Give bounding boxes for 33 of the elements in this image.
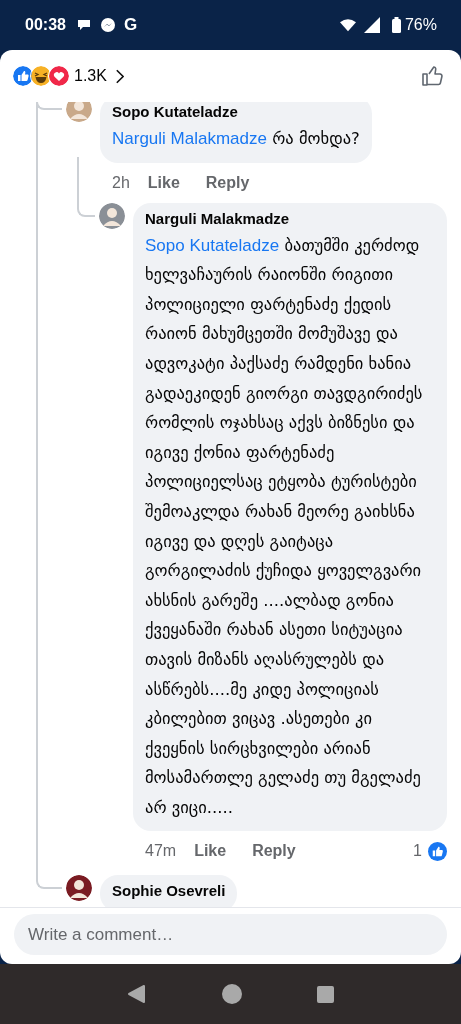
reaction-count[interactable]: 1.3K — [70, 67, 115, 85]
heart-reaction-icon — [48, 65, 70, 87]
mention-link[interactable]: Sopo Kutateladze — [145, 235, 280, 255]
notification-letter: G — [123, 15, 138, 35]
chevron-right-icon[interactable] — [114, 68, 124, 84]
thread-line — [77, 156, 95, 217]
like-reaction-icon — [428, 841, 447, 861]
signal-icon — [363, 17, 380, 33]
author-name[interactable]: Sopo Kutateladze — [112, 103, 360, 120]
clock: 00:38 — [25, 16, 66, 34]
recent-apps-icon[interactable] — [316, 985, 334, 1003]
comment-text: Sopo Kutateladze ბათუმში კერძოდ ხელვაჩაურის რაიონში რიგითი პოლიციელი ფარტენაძე ქედის რაიონ მახუმცეთში მომუშავე და ადვოკატი პაქსაძე რამდენი ხანია გადაეკიდენ გიორგი თავდგირიძეს რომლის ოჯახსაც აქვს ბიზნესი და იგივე ქონია ფარტენაძე პოლიციელსაც ეტყობა ტურისტები შემოაკლდა რახან მეორე გაიხსნა იგივე და დღეს გაიტაცა გორგილაძის ქუჩიდა ყოველგვარი ახსნის გარეშე ....ალბად გონია ქვეყანაში რახან ასეთი სიტუაცია თავის მიზანს აღასრულებს და ასწრებს....მე კიდე პოლიციას კბილებით ვიცავ .ასეთები კი ქვეყნის სირცხვილები არიან მოსამართლე გელაძე თუ მგელაძე არ ვიცი..... — [145, 234, 424, 819]
wifi-icon — [339, 17, 356, 33]
like-count: 1 — [413, 842, 422, 861]
comment-action-link[interactable]: Reply — [205, 173, 250, 192]
author-name[interactable]: Narguli Malakmadze — [145, 209, 435, 227]
mention-link[interactable]: Narguli Malakmadze — [112, 129, 267, 148]
battery-percentage: 76% — [404, 16, 437, 34]
chat-bubble-icon — [75, 17, 92, 33]
home-icon[interactable] — [222, 984, 242, 1004]
avatar[interactable] — [66, 875, 92, 902]
comment-time: 2h — [112, 173, 130, 192]
back-icon[interactable] — [127, 984, 148, 1004]
messenger-icon — [99, 17, 116, 33]
comment-action-link[interactable]: Reply — [252, 842, 296, 861]
comment-input-field[interactable]: Write a comment… — [14, 914, 447, 955]
author-name[interactable]: Sophie Osevreli — [112, 882, 226, 900]
comment-action-link[interactable]: Like — [147, 173, 180, 192]
comment-time: 47m — [145, 842, 177, 861]
comment-text: Narguli Malakmadze რა მოხდა? — [112, 128, 360, 150]
like-icon[interactable] — [421, 64, 445, 88]
battery-icon — [391, 17, 401, 33]
comment-action-link[interactable]: Like — [194, 842, 227, 861]
